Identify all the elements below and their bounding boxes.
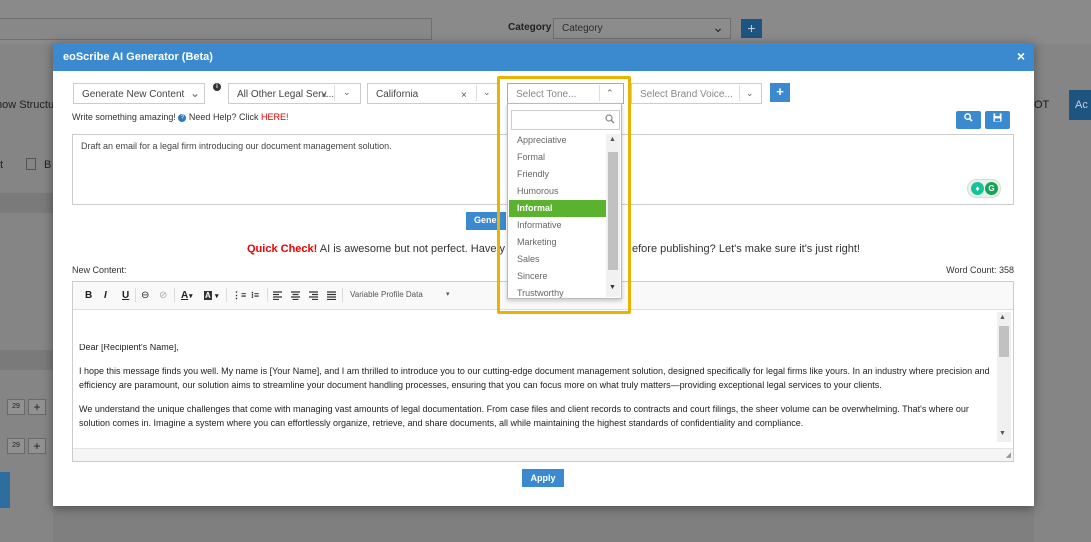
- bullet-list-icon[interactable]: ⁝≡: [251, 290, 259, 301]
- chevron-down-icon: ⌄: [190, 86, 201, 100]
- toolbar-divider: [342, 288, 343, 302]
- add-brand-voice-button[interactable]: +: [770, 83, 790, 102]
- background-small-button: 29: [7, 438, 25, 454]
- brand-voice-select[interactable]: Select Brand Voice... ⌄: [631, 83, 762, 104]
- select-divider: [739, 85, 740, 101]
- content-paragraph: We understand the unique challenges that…: [79, 403, 969, 429]
- category-add-button: +: [741, 19, 762, 38]
- save-icon: [993, 113, 1002, 122]
- select-divider: [476, 85, 477, 101]
- scroll-up-icon[interactable]: ▲: [999, 314, 1006, 321]
- mode-select[interactable]: Generate New Content ⌄: [73, 83, 205, 104]
- prompt-text: Draft an email for a legal firm introduc…: [81, 141, 392, 151]
- save-button[interactable]: [985, 111, 1010, 129]
- show-structure-button: how Structu: [0, 99, 55, 111]
- highlight-box: [497, 76, 631, 314]
- resize-handle-icon[interactable]: ◢: [1006, 451, 1011, 459]
- editor-resize-bar[interactable]: ◢: [73, 448, 1013, 461]
- close-icon[interactable]: ×: [1017, 48, 1025, 64]
- background-color-button[interactable]: A: [204, 291, 212, 300]
- industry-select[interactable]: All Other Legal Serv...: [228, 83, 361, 104]
- background-ot-text: OT: [1034, 99, 1050, 111]
- apply-button[interactable]: Apply: [522, 469, 564, 487]
- question-icon: ?: [178, 113, 187, 122]
- background-input: [0, 18, 432, 40]
- editor-scrollbar[interactable]: ▲ ▼: [997, 312, 1011, 442]
- background-left-bar: [0, 193, 53, 213]
- toolbar-divider: [226, 288, 227, 302]
- chevron-down-icon: ▾: [446, 291, 450, 298]
- align-center-icon[interactable]: [291, 291, 300, 300]
- modal-title: eoScribe AI Generator (Beta): [63, 51, 213, 63]
- font-color-button[interactable]: A: [181, 290, 188, 301]
- quick-check-notice: Quick Check! AI is awesome but not perfe…: [247, 243, 860, 255]
- background-left-b: B: [44, 159, 52, 171]
- search-icon: [964, 113, 973, 122]
- variable-profile-label: Variable Profile Data: [350, 290, 423, 299]
- align-justify-icon[interactable]: [327, 291, 336, 300]
- clear-state-icon[interactable]: ×: [461, 90, 467, 101]
- info-icon[interactable]: i: [213, 83, 221, 91]
- grammarly-widget[interactable]: ♦ G: [967, 179, 1001, 198]
- quick-check-text: AI is awesome but not perfect. Have y: [319, 243, 506, 255]
- category-select: Category: [553, 18, 731, 39]
- state-select-value: California: [376, 89, 419, 100]
- editor-top-padding: [73, 310, 995, 344]
- toolbar-divider: [174, 288, 175, 302]
- chevron-down-icon[interactable]: ⌄: [343, 87, 351, 98]
- category-label: Category: [508, 22, 552, 33]
- lightbulb-icon: ♦: [971, 182, 984, 195]
- toolbar-divider: [267, 288, 268, 302]
- quick-check-tail: efore publishing? Let's make sure it's j…: [632, 243, 860, 255]
- align-left-icon[interactable]: [273, 291, 282, 300]
- clear-industry-icon[interactable]: ×: [321, 90, 327, 101]
- background-plus-button: +: [28, 438, 46, 454]
- quick-check-label: Quick Check!: [247, 243, 318, 255]
- ordered-list-icon[interactable]: ⋮≡: [232, 290, 246, 301]
- toolbar-divider: [135, 288, 136, 302]
- variable-profile-select[interactable]: Variable Profile Data ▾: [346, 286, 456, 304]
- editor-content: Dear [Recipient's Name], I hope this mes…: [79, 340, 991, 440]
- background-blue-tab: [0, 472, 10, 508]
- state-select[interactable]: California: [367, 83, 499, 104]
- select-divider: [334, 85, 335, 101]
- help-line: Write something amazing! ? Need Help? Cl…: [72, 112, 288, 122]
- align-right-icon[interactable]: [309, 291, 318, 300]
- chevron-down-icon[interactable]: ▾: [215, 292, 219, 300]
- background-left-t: t: [0, 159, 4, 171]
- chevron-down-icon[interactable]: ▾: [189, 292, 193, 300]
- new-content-label: New Content:: [72, 265, 127, 275]
- background-plus-button: +: [28, 399, 46, 415]
- write-prompt-text: Write something amazing!: [72, 112, 176, 122]
- modal-header: eoScribe AI Generator (Beta) ×: [53, 43, 1034, 71]
- unlink-icon[interactable]: ⊘: [159, 290, 167, 301]
- background-doc-icon: [26, 158, 36, 170]
- brand-voice-placeholder: Select Brand Voice...: [640, 89, 733, 100]
- link-icon[interactable]: ⊖: [141, 290, 149, 301]
- word-count: Word Count: 358: [946, 265, 1014, 275]
- scroll-thumb[interactable]: [999, 326, 1009, 357]
- bold-button[interactable]: B: [85, 290, 92, 301]
- background-left-bar: [0, 350, 53, 370]
- chevron-down-icon: ⌄: [746, 88, 754, 98]
- grammarly-icon: G: [985, 182, 998, 195]
- help-link[interactable]: HERE!: [261, 112, 289, 122]
- help-text: Need Help? Click: [188, 112, 259, 122]
- background-action-button: Ac: [1069, 90, 1091, 120]
- search-button[interactable]: [956, 111, 981, 129]
- content-paragraph: I hope this message finds you well. My n…: [79, 365, 990, 391]
- background-small-button: 29: [7, 399, 25, 415]
- industry-select-value: All Other Legal Serv...: [237, 89, 335, 100]
- background-left-panel: [0, 44, 53, 542]
- italic-button[interactable]: I: [104, 290, 107, 301]
- underline-button[interactable]: U: [122, 290, 129, 301]
- chevron-down-icon[interactable]: ⌄: [483, 87, 491, 98]
- mode-select-value: Generate New Content: [82, 89, 185, 100]
- scroll-down-icon[interactable]: ▼: [999, 430, 1006, 437]
